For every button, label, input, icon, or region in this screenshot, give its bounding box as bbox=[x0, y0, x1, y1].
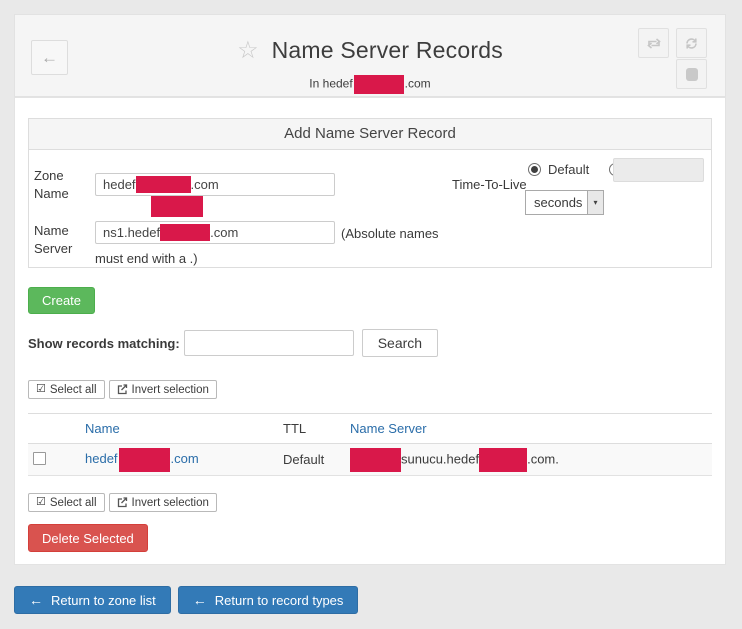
invert-arrow-icon bbox=[117, 384, 128, 395]
ttl-default-radio-label: Default bbox=[548, 162, 589, 177]
record-name-link[interactable]: hedef .com bbox=[85, 451, 199, 466]
row-checkbox[interactable] bbox=[33, 452, 46, 465]
main-panel: Add Name Server Record Zone Name hedef .c… bbox=[14, 97, 726, 565]
record-name-suffix: .com bbox=[171, 451, 199, 466]
return-to-zone-list-button[interactable]: ← Return to zone list bbox=[14, 586, 171, 614]
record-name-server-value: sunucu.hedef .com. bbox=[350, 444, 712, 476]
invert-selection-button[interactable]: Invert selection bbox=[109, 380, 217, 399]
refresh-icon bbox=[684, 36, 699, 51]
invert-selection-button-bottom[interactable]: Invert selection bbox=[109, 493, 217, 512]
name-server-value-suffix: .com bbox=[210, 225, 238, 240]
zone-name-value-suffix: .com bbox=[191, 177, 219, 192]
search-input[interactable] bbox=[184, 330, 354, 356]
return-zone-label: Return to zone list bbox=[51, 593, 156, 608]
search-label: Show records matching: bbox=[28, 336, 180, 351]
redaction-box bbox=[136, 176, 191, 193]
invert-selection-label: Invert selection bbox=[132, 384, 209, 396]
return-types-label: Return to record types bbox=[215, 593, 344, 608]
add-record-form: Add Name Server Record Zone Name hedef .c… bbox=[28, 118, 712, 268]
create-button[interactable]: Create bbox=[28, 287, 95, 314]
record-name-prefix: hedef bbox=[85, 451, 118, 466]
select-all-button-bottom[interactable]: ☑ Select all bbox=[28, 493, 105, 512]
select-all-label: Select all bbox=[50, 384, 97, 396]
reload-module-button[interactable] bbox=[638, 28, 669, 58]
stop-button[interactable] bbox=[676, 59, 707, 89]
form-title: Add Name Server Record bbox=[29, 119, 711, 150]
absolute-names-hint-line1: (Absolute names bbox=[341, 226, 439, 241]
name-server-label: Name Server bbox=[34, 222, 86, 258]
select-all-label: Select all bbox=[50, 497, 97, 509]
zone-name-label: Zone Name bbox=[34, 167, 86, 203]
return-to-record-types-button[interactable]: ← Return to record types bbox=[178, 586, 359, 614]
checked-box-icon: ☑ bbox=[36, 384, 46, 395]
left-arrow-icon: ← bbox=[29, 592, 43, 608]
sort-by-name-link[interactable]: Name bbox=[85, 421, 120, 436]
ttl-value-input[interactable] bbox=[613, 158, 704, 182]
redaction-box bbox=[354, 75, 404, 94]
header-checkbox-column bbox=[28, 414, 83, 444]
record-ttl-value: Default bbox=[278, 444, 350, 476]
favorite-star-icon[interactable]: ☆ bbox=[237, 39, 259, 63]
zone-name-value-prefix: hedef bbox=[103, 177, 136, 192]
redaction-box bbox=[151, 196, 203, 217]
repeat-icon bbox=[646, 37, 662, 50]
chevron-down-icon: ▾ bbox=[587, 191, 603, 214]
redaction-box bbox=[350, 448, 401, 472]
subtitle-prefix: In hedef bbox=[309, 77, 352, 91]
ttl-unit-selected: seconds bbox=[526, 191, 587, 214]
redaction-box bbox=[160, 224, 210, 241]
table-header-row: Name TTL Name Server bbox=[28, 414, 712, 444]
redaction-box bbox=[479, 448, 527, 472]
left-arrow-icon: ← bbox=[193, 592, 207, 608]
checked-box-icon: ☑ bbox=[36, 497, 46, 508]
table-row: hedef .com Default sunucu.hedef .com. bbox=[28, 444, 712, 476]
ttl-unit-select[interactable]: seconds ▾ bbox=[525, 190, 604, 215]
sort-by-name-server-link[interactable]: Name Server bbox=[350, 421, 427, 436]
ttl-default-radio[interactable] bbox=[528, 163, 541, 176]
record-ns-text: sunucu.hedef bbox=[401, 451, 479, 466]
ttl-column-header: TTL bbox=[278, 414, 350, 444]
page-title: Name Server Records bbox=[272, 37, 503, 64]
record-ns-suffix: .com. bbox=[527, 451, 559, 466]
page-header: ← ☆ Name Server Records In hedef.com bbox=[14, 14, 726, 97]
search-button[interactable]: Search bbox=[362, 329, 438, 357]
page-subtitle: In hedef .com bbox=[15, 75, 725, 94]
absolute-names-hint-line2: must end with a .) bbox=[95, 251, 198, 266]
invert-arrow-icon bbox=[117, 497, 128, 508]
name-server-value-prefix: ns1.hedef bbox=[103, 225, 160, 240]
select-all-button[interactable]: ☑ Select all bbox=[28, 380, 105, 399]
refresh-button[interactable] bbox=[676, 28, 707, 58]
stop-square-icon bbox=[686, 68, 698, 81]
records-table: Name TTL Name Server hedef .com Default s… bbox=[28, 413, 712, 476]
zone-name-input[interactable]: hedef .com bbox=[95, 173, 335, 196]
ttl-label: Time-To-Live bbox=[452, 177, 527, 192]
invert-selection-label: Invert selection bbox=[132, 497, 209, 509]
subtitle-suffix: .com bbox=[405, 77, 431, 91]
delete-selected-button[interactable]: Delete Selected bbox=[28, 524, 148, 552]
name-server-input[interactable]: ns1.hedef .com bbox=[95, 221, 335, 244]
redaction-box bbox=[119, 448, 170, 472]
